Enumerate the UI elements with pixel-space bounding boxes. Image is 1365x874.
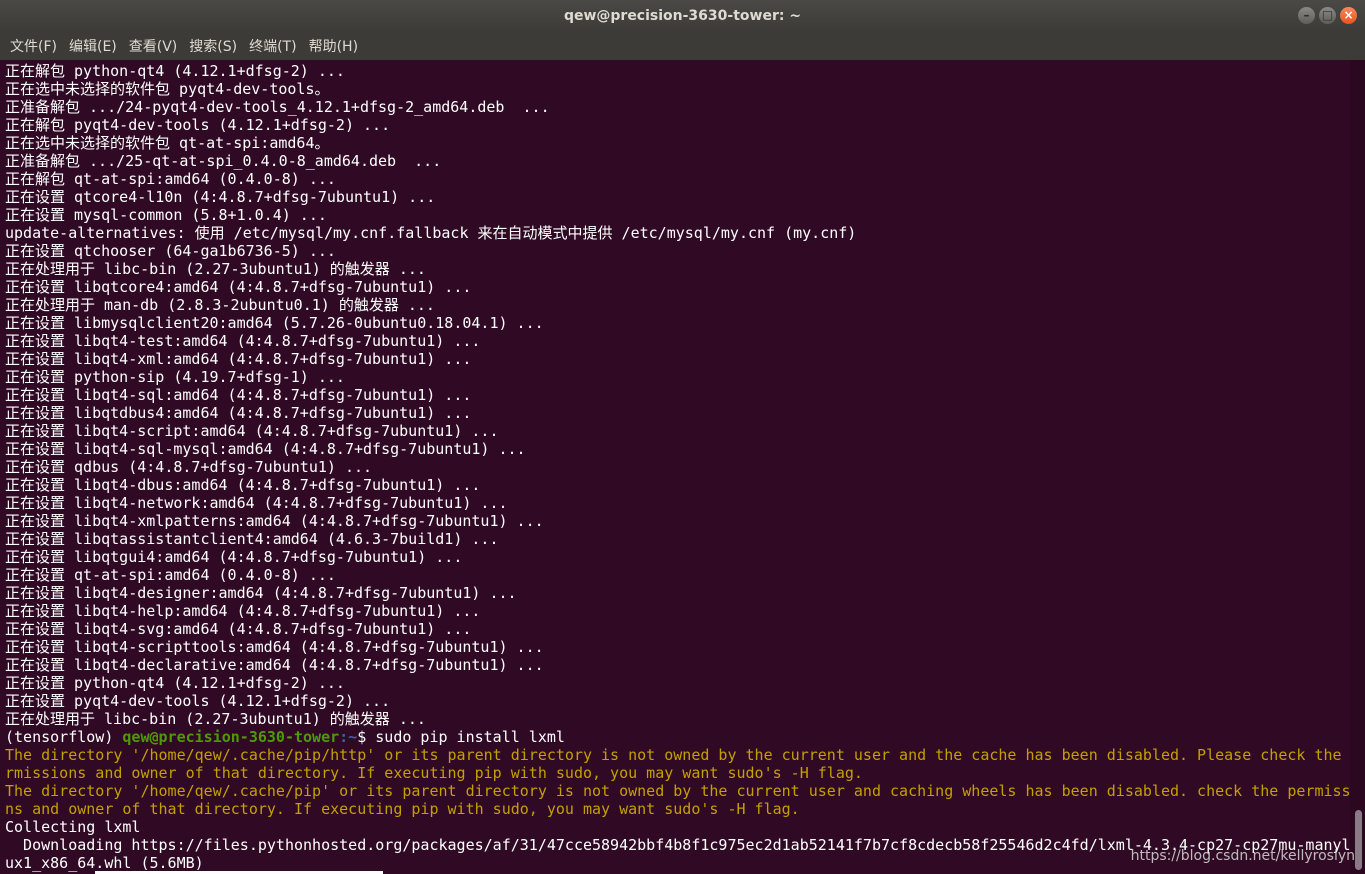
terminal-window: qew@precision-3630-tower: ~ – □ × 文件(F) …	[0, 0, 1365, 874]
output-line: 正在设置 libqt4-xmlpatterns:amd64 (4:4.8.7+d…	[5, 512, 544, 530]
warning-line: ns and owner of that directory. If execu…	[5, 800, 800, 818]
maximize-button[interactable]: □	[1319, 7, 1336, 24]
menu-edit[interactable]: 编辑(E)	[63, 36, 123, 56]
prompt-path: :~	[339, 728, 358, 746]
menu-terminal[interactable]: 终端(T)	[243, 36, 302, 56]
output-line: 正在设置 libqtcore4:amd64 (4:4.8.7+dfsg-7ubu…	[5, 278, 472, 296]
output-line: 正在设置 libqt4-help:amd64 (4:4.8.7+dfsg-7ub…	[5, 602, 481, 620]
output-line: 正在设置 libqtdbus4:amd64 (4:4.8.7+dfsg-7ubu…	[5, 404, 472, 422]
output-line: 正在选中未选择的软件包 pyqt4-dev-tools。	[5, 80, 330, 98]
menu-search[interactable]: 搜索(S)	[183, 36, 243, 56]
output-line: 正在设置 qtcore4-l10n (4:4.8.7+dfsg-7ubuntu1…	[5, 188, 436, 206]
prompt-env: (tensorflow)	[5, 728, 123, 746]
output-line: 正在解包 python-qt4 (4.12.1+dfsg-2) ...	[5, 62, 345, 80]
menu-help[interactable]: 帮助(H)	[303, 36, 364, 56]
output-lines: 正在解包 python-qt4 (4.12.1+dfsg-2) ... 正在选中未…	[5, 62, 1350, 728]
scrollbar-thumb[interactable]	[1355, 810, 1362, 870]
prompt-user-host: qew@precision-3630-tower	[122, 728, 340, 746]
output-line: 正准备解包 .../25-qt-at-spi_0.4.0-8_amd64.deb…	[5, 152, 442, 170]
output-line: 正在设置 libmysqlclient20:amd64 (5.7.26-0ubu…	[5, 314, 544, 332]
output-line: 正在选中未选择的软件包 qt-at-spi:amd64。	[5, 134, 330, 152]
output-line: 正在处理用于 libc-bin (2.27-3ubuntu1) 的触发器 ...	[5, 710, 426, 728]
output-line: 正在处理用于 libc-bin (2.27-3ubuntu1) 的触发器 ...	[5, 260, 426, 278]
output-line: 正在解包 pyqt4-dev-tools (4.12.1+dfsg-2) ...	[5, 116, 391, 134]
prompt-command: sudo pip install lxml	[375, 728, 565, 746]
output-line: 正在设置 libqt4-network:amd64 (4:4.8.7+dfsg-…	[5, 494, 508, 512]
minimize-button[interactable]: –	[1298, 7, 1315, 24]
output-line: 正在设置 qtchooser (64-ga1b6736-5) ...	[5, 242, 336, 260]
close-button[interactable]: ×	[1340, 7, 1357, 24]
output-line: Collecting lxml	[5, 818, 141, 836]
output-line: 正准备解包 .../24-pyqt4-dev-tools_4.12.1+dfsg…	[5, 98, 550, 116]
menu-file[interactable]: 文件(F)	[4, 36, 63, 56]
output-line: 正在设置 libqtgui4:amd64 (4:4.8.7+dfsg-7ubun…	[5, 548, 463, 566]
output-line: 正在设置 pyqt4-dev-tools (4.12.1+dfsg-2) ...	[5, 692, 391, 710]
output-line: 正在设置 python-qt4 (4.12.1+dfsg-2) ...	[5, 674, 345, 692]
output-line: 正在设置 libqt4-designer:amd64 (4:4.8.7+dfsg…	[5, 584, 517, 602]
output-line: 正在设置 libqtassistantclient4:amd64 (4.6.3-…	[5, 530, 499, 548]
output-line: 正在设置 libqt4-script:amd64 (4:4.8.7+dfsg-7…	[5, 422, 499, 440]
output-line: 正在设置 libqt4-xml:amd64 (4:4.8.7+dfsg-7ubu…	[5, 350, 472, 368]
output-line: 正在设置 libqt4-sql-mysql:amd64 (4:4.8.7+dfs…	[5, 440, 526, 458]
output-line: 正在设置 mysql-common (5.8+1.0.4) ...	[5, 206, 327, 224]
watermark: https://blog.csdn.net/kellyroslyn	[1130, 848, 1355, 864]
output-line: 正在设置 libqt4-dbus:amd64 (4:4.8.7+dfsg-7ub…	[5, 476, 481, 494]
output-line: 正在设置 python-sip (4.19.7+dfsg-1) ...	[5, 368, 345, 386]
command-prompt-line: (tensorflow) qew@precision-3630-tower:~$…	[5, 728, 1350, 746]
output-line: 正在设置 libqt4-test:amd64 (4:4.8.7+dfsg-7ub…	[5, 332, 481, 350]
output-line: 正在设置 qt-at-spi:amd64 (0.4.0-8) ...	[5, 566, 336, 584]
window-title: qew@precision-3630-tower: ~	[563, 8, 802, 24]
vertical-scrollbar[interactable]	[1350, 60, 1365, 874]
menu-bar: 文件(F) 编辑(E) 查看(V) 搜索(S) 终端(T) 帮助(H)	[0, 32, 1365, 60]
output-line: 正在设置 libqt4-sql:amd64 (4:4.8.7+dfsg-7ubu…	[5, 386, 472, 404]
warning-line: rmissions and owner of that directory. I…	[5, 764, 863, 782]
output-line: 正在解包 qt-at-spi:amd64 (0.4.0-8) ...	[5, 170, 336, 188]
warning-line: The directory '/home/qew/.cache/pip/http…	[5, 746, 1350, 764]
output-line: 正在设置 libqt4-scripttools:amd64 (4:4.8.7+d…	[5, 638, 544, 656]
warning-line: The directory '/home/qew/.cache/pip' or …	[5, 782, 1350, 800]
output-line: 正在设置 libqt4-svg:amd64 (4:4.8.7+dfsg-7ubu…	[5, 620, 472, 638]
output-line: update-alternatives: 使用 /etc/mysql/my.cn…	[5, 224, 857, 242]
window-controls: – □ ×	[1298, 7, 1357, 24]
title-bar[interactable]: qew@precision-3630-tower: ~ – □ ×	[0, 0, 1365, 32]
output-line: 正在处理用于 man-db (2.8.3-2ubuntu0.1) 的触发器 ..…	[5, 296, 435, 314]
output-line: 正在设置 libqt4-declarative:amd64 (4:4.8.7+d…	[5, 656, 544, 674]
prompt-symbol: $	[357, 728, 376, 746]
output-line: 正在设置 qdbus (4:4.8.7+dfsg-7ubuntu1) ...	[5, 458, 373, 476]
menu-view[interactable]: 查看(V)	[123, 36, 184, 56]
terminal-output[interactable]: 正在解包 python-qt4 (4.12.1+dfsg-2) ... 正在选中未…	[0, 60, 1350, 874]
